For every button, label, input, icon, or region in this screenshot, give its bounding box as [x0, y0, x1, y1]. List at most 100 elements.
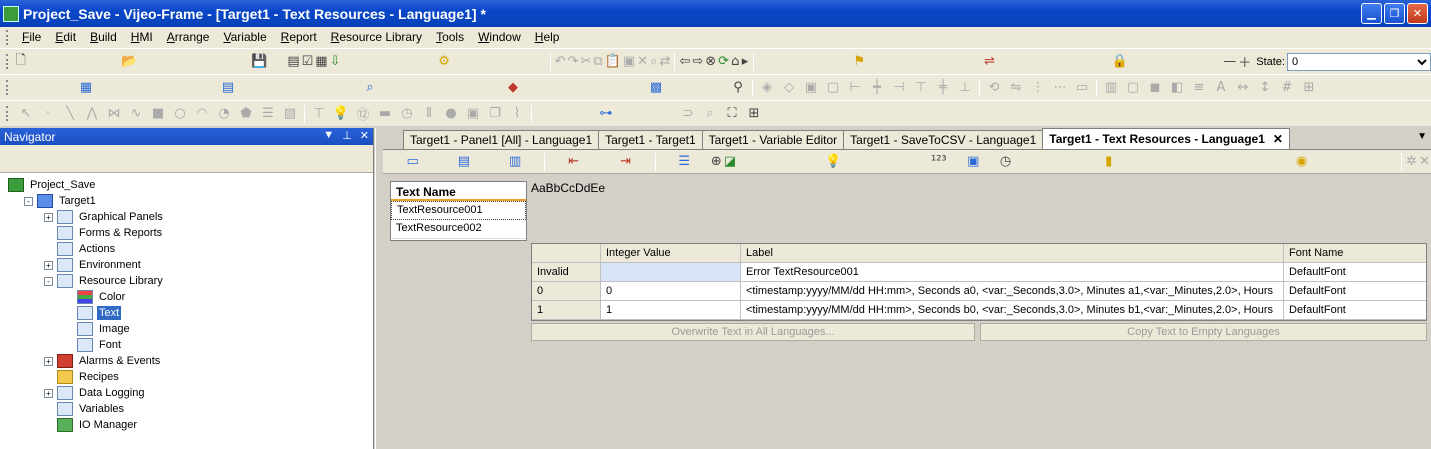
integer-value-cell[interactable]: 0	[601, 282, 741, 300]
text-align-icon[interactable]: ≡	[1189, 79, 1209, 97]
clock-icon[interactable]: ◉	[1206, 153, 1397, 171]
delete-icon[interactable]: ✕	[637, 53, 648, 71]
flip-icon[interactable]: ⇋	[1006, 79, 1026, 97]
tab-panel1[interactable]: Target1 - Panel1 [All] - Language1	[403, 130, 600, 149]
expander-icon[interactable]: +	[44, 388, 53, 398]
connect-icon[interactable]: ⊶	[536, 105, 676, 123]
close-tab-icon[interactable]: ✕	[1273, 132, 1283, 146]
expander-icon[interactable]: +	[44, 212, 53, 222]
palette-icon[interactable]: ◪	[724, 153, 736, 171]
minus-icon[interactable]: —	[1223, 53, 1236, 71]
tree-node[interactable]: IO Manager	[0, 417, 373, 433]
trend-icon[interactable]: ⌇	[507, 105, 527, 123]
align-right-icon[interactable]: ⊣	[889, 79, 909, 97]
cut-icon[interactable]: ✂	[580, 53, 591, 71]
close-icon[interactable]: ✕	[360, 129, 369, 142]
plus-icon[interactable]: ＋	[1238, 53, 1251, 71]
tree-node[interactable]: - Resource Library	[0, 273, 373, 289]
grid-view-icon[interactable]: ▩	[586, 79, 726, 97]
toolbar-grip[interactable]	[6, 54, 9, 69]
polygon-icon[interactable]: ⬟	[236, 105, 256, 123]
tree-node[interactable]: + Alarms & Events	[0, 353, 373, 369]
undo-icon[interactable]: ↶	[555, 53, 566, 71]
grid-icon[interactable]: ⊞	[744, 105, 764, 123]
tree-node[interactable]: Image	[0, 321, 373, 337]
fill-icon[interactable]: ◼	[1145, 79, 1165, 97]
fit-icon[interactable]: ⛶	[722, 105, 742, 123]
tree-node[interactable]: + Graphical Panels	[0, 209, 373, 225]
font-size-icon[interactable]: A	[1211, 79, 1231, 97]
import-icon[interactable]: ⇤	[549, 153, 599, 171]
ungroup-icon[interactable]: ▢	[823, 79, 843, 97]
switch-icon[interactable]: ⊤	[309, 105, 329, 123]
order-icon[interactable]: ▥	[1101, 79, 1121, 97]
tree-node[interactable]: Actions	[0, 241, 373, 257]
new-text-icon[interactable]: ▭	[388, 153, 437, 171]
menu-arrange[interactable]: Arrange	[160, 28, 217, 47]
pointer-icon[interactable]: ↖	[16, 105, 36, 123]
menu-file[interactable]: File	[15, 28, 48, 47]
align-middle-icon[interactable]: ╪	[933, 79, 953, 97]
label-cell[interactable]: <timestamp:yyyy/MM/dd HH:mm>, Seconds b0…	[741, 301, 1284, 319]
home-icon[interactable]: ⌂	[731, 53, 739, 71]
menu-report[interactable]: Report	[274, 28, 324, 47]
tree-node[interactable]: Variables	[0, 401, 373, 417]
overwrite-text-button[interactable]: Overwrite Text in All Languages...	[531, 323, 975, 341]
tree-node[interactable]: Forms & Reports	[0, 225, 373, 241]
tab-text-resources[interactable]: Target1 - Text Resources - Language1 ✕	[1042, 128, 1290, 149]
align-bottom-icon[interactable]: ⊥	[955, 79, 975, 97]
delete-icon[interactable]: ✕	[1419, 153, 1430, 171]
lock-icon[interactable]: 🔒	[1018, 53, 1221, 71]
bowtie-icon[interactable]: ⋈	[104, 105, 124, 123]
dot-icon[interactable]: ·	[38, 105, 58, 123]
state-dropdown[interactable]: 0	[1286, 52, 1431, 71]
globe-icon[interactable]: ⊕	[711, 153, 722, 171]
copy-text-button[interactable]: Copy Text to Empty Languages	[980, 323, 1427, 341]
polyline-icon[interactable]: ⋀	[82, 105, 102, 123]
align-left-icon[interactable]: ⊢	[845, 79, 865, 97]
list-item[interactable]: TextResource001	[391, 201, 526, 220]
search-tool-icon[interactable]: ⌕	[700, 105, 720, 123]
property-icon[interactable]: ▤	[158, 79, 298, 97]
new-icon[interactable]: 🗋	[15, 53, 25, 71]
window-icon[interactable]: ❐	[485, 105, 505, 123]
copy-icon[interactable]: ⧉	[593, 53, 602, 71]
expander-icon[interactable]: -	[24, 196, 33, 206]
menu-tools[interactable]: Tools	[429, 28, 471, 47]
minimize-button[interactable]: ▁	[1361, 3, 1382, 24]
counter-icon[interactable]: #	[1277, 79, 1297, 97]
integer-value-cell[interactable]: 1	[601, 301, 741, 319]
spacing-icon[interactable]: ⋯	[1050, 79, 1070, 97]
tree-node[interactable]: - Target1	[0, 193, 373, 209]
chart-icon[interactable]: ▮	[1013, 153, 1204, 171]
close-button[interactable]: ✕	[1407, 3, 1428, 24]
same-size-icon[interactable]: ▭	[1072, 79, 1092, 97]
distribute-icon[interactable]: ⋮	[1028, 79, 1048, 97]
forward-icon[interactable]: ⇨	[692, 53, 703, 71]
shadow-icon[interactable]: ◧	[1167, 79, 1187, 97]
back-icon[interactable]: ⇦	[679, 53, 690, 71]
align-center-icon[interactable]: ┿	[867, 79, 887, 97]
bar-graph-icon[interactable]: ▬	[375, 105, 395, 123]
menu-variable[interactable]: Variable	[216, 28, 273, 47]
tree-node[interactable]: + Environment	[0, 257, 373, 273]
column-header[interactable]: Label	[741, 244, 1284, 262]
pin-icon[interactable]: ⊥	[342, 129, 352, 142]
slider-icon[interactable]: ⫴	[419, 105, 439, 123]
picture-icon[interactable]: ▣	[463, 105, 483, 123]
numeric-display-icon[interactable]: ⑫	[353, 105, 373, 123]
menu-help[interactable]: Help	[528, 28, 567, 47]
font-name-cell[interactable]: DefaultFont	[1284, 301, 1426, 319]
rotate-icon[interactable]: ⟲	[984, 79, 1004, 97]
tree-node[interactable]: Project_Save	[0, 177, 373, 193]
font-name-cell[interactable]: DefaultFont	[1284, 263, 1426, 281]
align-top-icon[interactable]: ⊤	[911, 79, 931, 97]
security-icon[interactable]: ⚑	[758, 53, 961, 71]
toolbar-grip[interactable]	[6, 80, 9, 95]
tab-target1[interactable]: Target1 - Target1	[598, 130, 703, 149]
label-cell[interactable]: Error TextResource001	[741, 263, 1284, 281]
expander-icon[interactable]: +	[44, 356, 53, 366]
build-icon[interactable]: ▦	[315, 53, 327, 71]
sparkle-icon[interactable]: ✲	[1406, 153, 1417, 171]
tree-node[interactable]: Color	[0, 289, 373, 305]
